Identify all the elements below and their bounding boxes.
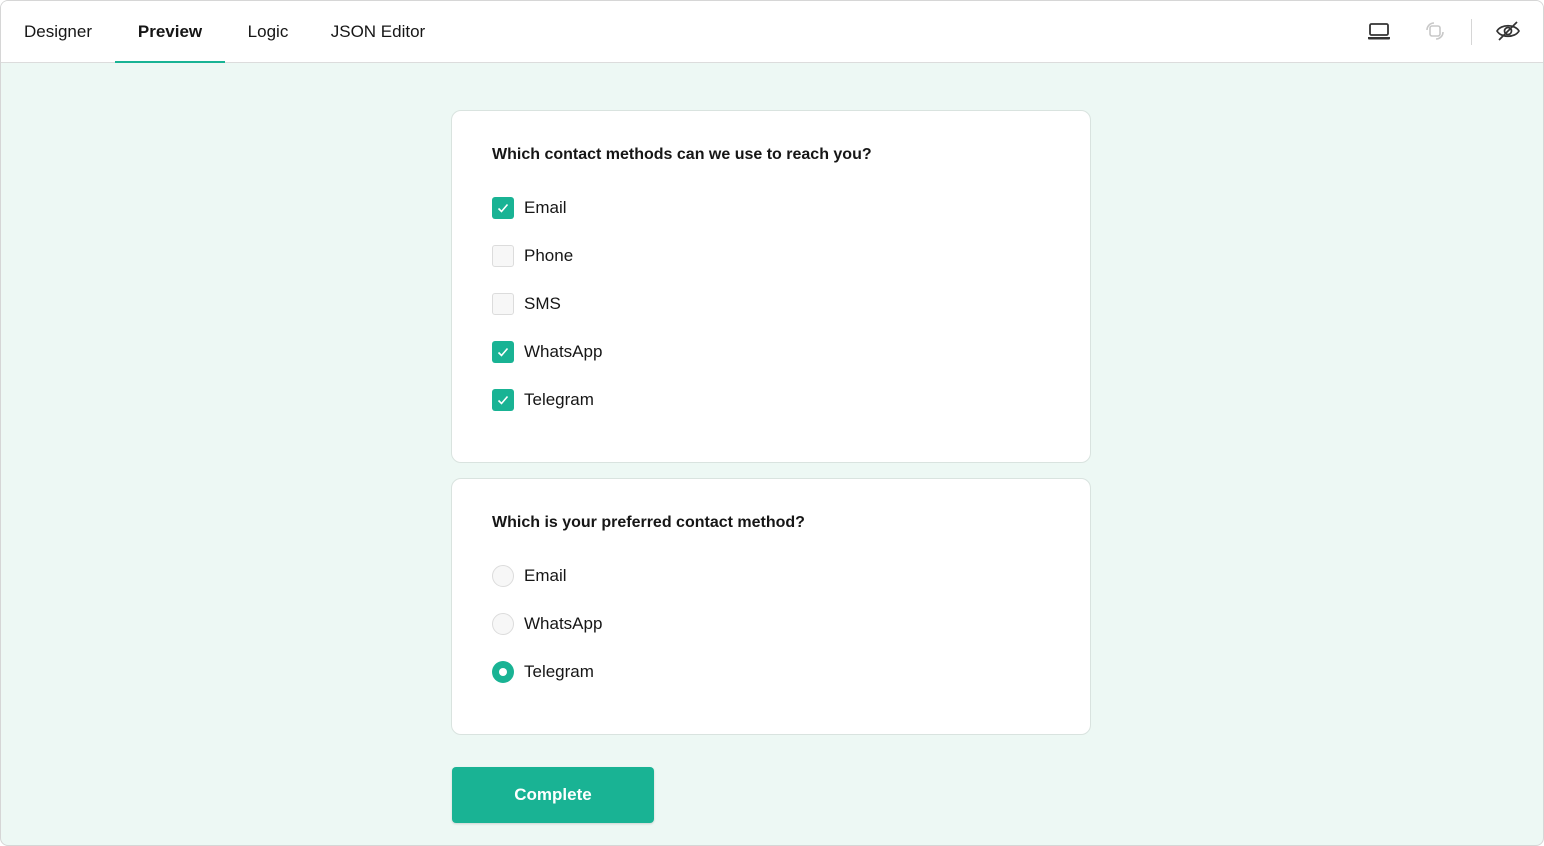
radio-option-telegram[interactable]: Telegram [492,659,594,685]
orientation-icon[interactable] [1421,17,1449,45]
radio-dot [499,668,507,676]
option-label: Email [524,566,567,585]
question-title: Which is your preferred contact method? [492,514,805,531]
complete-button[interactable]: Complete [452,767,654,823]
radio-unselected[interactable] [492,613,514,635]
tab-designer[interactable]: Designer [1,1,115,62]
tab-logic[interactable]: Logic [225,1,311,62]
tab-bar: Designer Preview Logic JSON Editor [1,1,1543,63]
question-card-contact-methods: Which contact methods can we use to reac… [451,110,1091,463]
tab-preview[interactable]: Preview [115,1,225,63]
option-label: Telegram [524,662,594,681]
option-label: WhatsApp [524,614,603,633]
check-icon [497,395,509,405]
option-label: WhatsApp [524,342,603,361]
survey-creator-window: Designer Preview Logic JSON Editor Which… [0,0,1544,846]
eye-off-icon[interactable] [1494,17,1522,45]
check-icon [497,203,509,213]
checkbox-option-telegram[interactable]: Telegram [492,387,594,413]
checkbox-unchecked[interactable] [492,245,514,267]
toolbar-divider [1471,19,1472,45]
radio-unselected[interactable] [492,565,514,587]
option-label: Email [524,198,567,217]
checkbox-option-whatsapp[interactable]: WhatsApp [492,339,602,365]
radio-option-email[interactable]: Email [492,563,567,589]
active-tab-indicator [115,61,225,63]
check-icon [497,347,509,357]
checkbox-option-sms[interactable]: SMS [492,291,561,317]
radio-selected[interactable] [492,661,514,683]
question-card-preferred-method: Which is your preferred contact method? … [451,478,1091,735]
option-label: SMS [524,294,561,313]
checkbox-option-email[interactable]: Email [492,195,567,221]
checkbox-checked[interactable] [492,341,514,363]
tab-json-editor[interactable]: JSON Editor [311,1,445,62]
checkbox-checked[interactable] [492,197,514,219]
checkbox-checked[interactable] [492,389,514,411]
laptop-icon[interactable] [1365,17,1393,45]
checkbox-unchecked[interactable] [492,293,514,315]
checkbox-option-phone[interactable]: Phone [492,243,573,269]
question-title: Which contact methods can we use to reac… [492,146,872,163]
tab-label: Designer [23,22,93,41]
option-label: Phone [524,246,574,265]
option-label: Telegram [524,390,594,409]
tab-label: JSON Editor [330,22,426,41]
tab-label: Logic [247,22,289,41]
radio-option-whatsapp[interactable]: WhatsApp [492,611,602,637]
tab-label: Preview [137,22,203,41]
